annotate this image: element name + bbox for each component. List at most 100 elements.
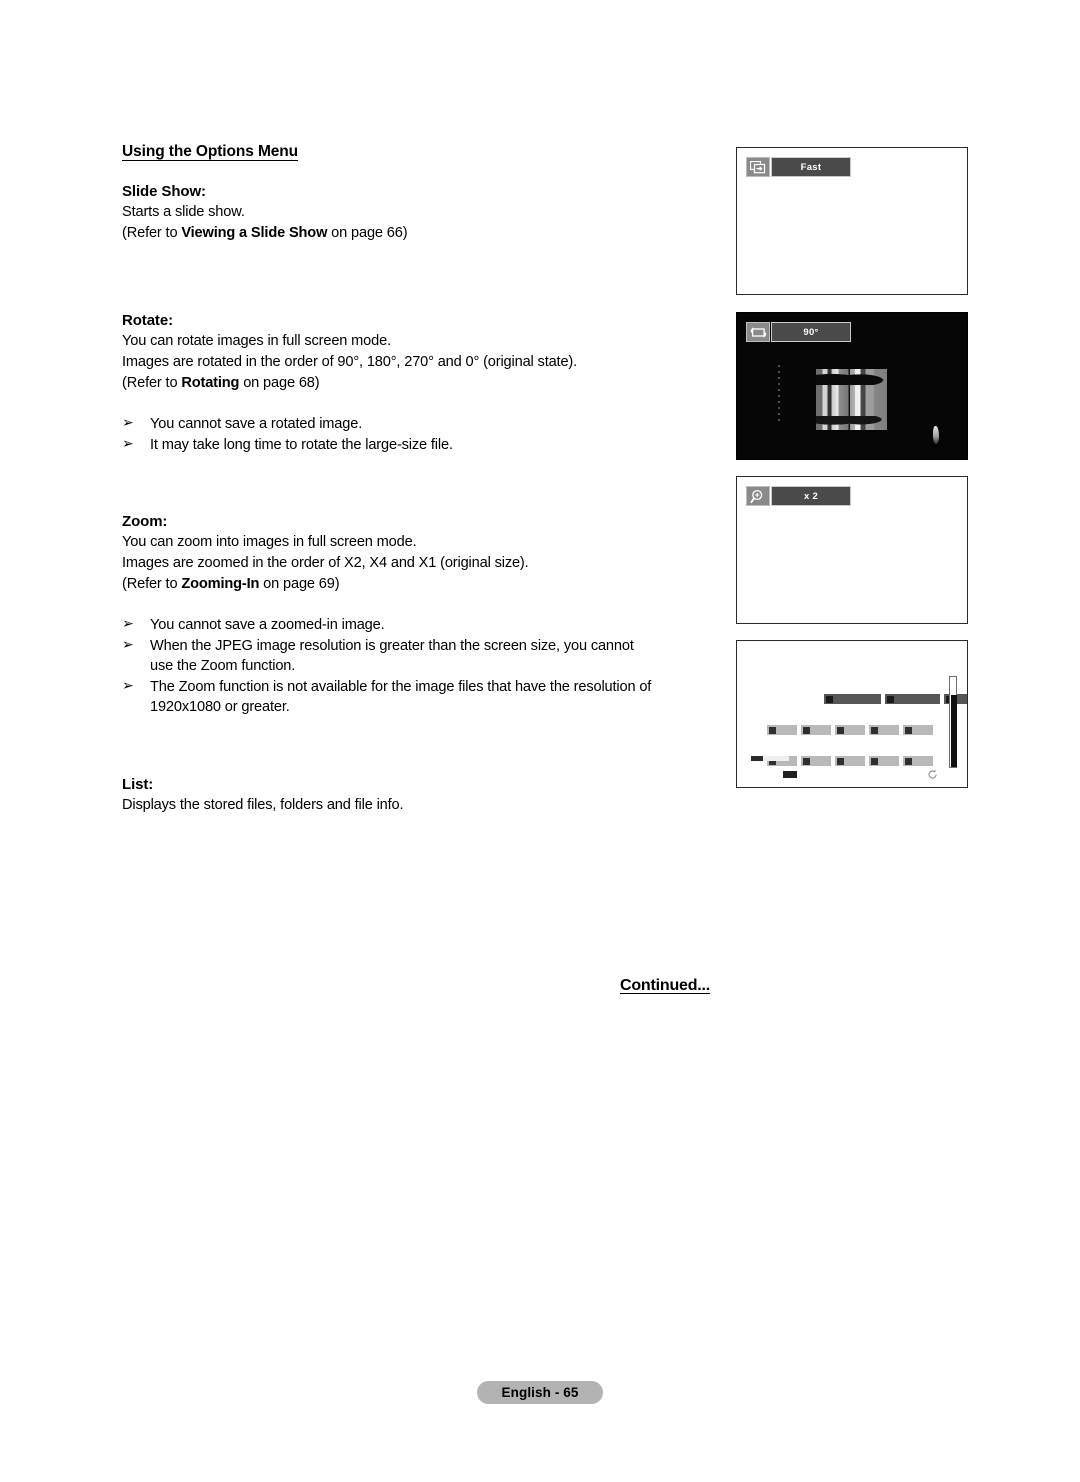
slide-show-icon xyxy=(746,157,770,177)
file-label xyxy=(812,729,830,732)
arrow-bullet-icon: ➢ xyxy=(122,435,134,452)
osd-label-slide-show: Fast xyxy=(771,157,851,177)
file-label xyxy=(846,760,864,763)
section-line: Images are zoomed in the order of X2, X4… xyxy=(122,555,529,571)
section-heading-list: List: xyxy=(122,775,154,793)
list-item[interactable] xyxy=(869,756,899,766)
status-button[interactable] xyxy=(783,771,797,778)
file-label xyxy=(914,729,932,732)
list-item: ➢ The Zoom function is not available for… xyxy=(122,677,722,718)
list-item: ➢ When the JPEG image resolution is grea… xyxy=(122,636,722,677)
section-line-refer: (Refer to Viewing a Slide Show on page 6… xyxy=(122,223,722,244)
refer-prefix: (Refer to xyxy=(122,576,182,592)
section-line: You can zoom into images in full screen … xyxy=(122,534,417,550)
file-icon xyxy=(836,757,844,765)
list-item-label: You cannot save a rotated image. xyxy=(150,416,363,432)
section-zoom: Zoom: You can zoom into images in full s… xyxy=(122,511,722,718)
note-list-rotate: ➢ You cannot save a rotated image. ➢ It … xyxy=(122,414,722,455)
file-label xyxy=(880,760,898,763)
arrow-bullet-icon: ➢ xyxy=(122,636,134,653)
arrow-bullet-icon: ➢ xyxy=(122,415,134,431)
photo-highlight xyxy=(933,426,939,444)
section-list: List: Displays the stored files, folders… xyxy=(122,774,722,816)
section-line: Displays the stored files, folders and f… xyxy=(122,796,404,813)
refer-suffix: on page 68) xyxy=(239,375,320,391)
progress-bar xyxy=(751,756,789,761)
page-title: Using the Options Menu xyxy=(122,143,299,160)
file-icon xyxy=(836,726,844,734)
arrow-bullet-icon: ➢ xyxy=(122,616,134,632)
scrollbar-thumb[interactable] xyxy=(951,695,957,767)
file-label xyxy=(846,729,864,732)
list-item[interactable] xyxy=(885,694,940,704)
file-label xyxy=(835,698,880,701)
refer-bold: Viewing a Slide Show xyxy=(181,225,328,241)
photo-artifact-dots xyxy=(778,365,780,425)
list-item[interactable] xyxy=(801,725,831,735)
list-item[interactable] xyxy=(835,756,865,766)
osd-label-zoom: x 2 xyxy=(771,486,851,506)
figure-slide-show-osd: Fast xyxy=(736,147,968,295)
arrow-bullet-icon: ➢ xyxy=(122,677,134,694)
refresh-icon[interactable] xyxy=(927,769,938,780)
refer-suffix: on page 69) xyxy=(259,576,340,592)
osd-label-rotate: 90° xyxy=(771,322,851,342)
refer-bold: Rotating xyxy=(181,375,240,391)
list-row xyxy=(824,694,967,704)
section-line: Starts a slide show. xyxy=(122,204,245,220)
continued-label: Continued... xyxy=(620,977,711,994)
list-item[interactable] xyxy=(835,725,865,735)
file-icon xyxy=(904,726,912,734)
list-item-label: It may take long time to rotate the larg… xyxy=(150,436,453,453)
list-item: ➢ You cannot save a rotated image. xyxy=(122,414,722,435)
scrollbar-track[interactable] xyxy=(949,676,957,768)
list-item-label: You cannot save a zoomed-in image. xyxy=(150,617,385,633)
section-rotate: Rotate: You can rotate images in full sc… xyxy=(122,310,722,455)
page-footer-badge: English - 65 xyxy=(477,1381,603,1404)
section-slide-show: Slide Show: Starts a slide show. (Refer … xyxy=(122,181,722,244)
list-row xyxy=(767,756,933,766)
list-item-continuation: use the Zoom function. xyxy=(150,658,296,674)
list-item[interactable] xyxy=(903,756,933,766)
list-item: ➢ It may take long time to rotate the la… xyxy=(122,435,722,456)
content-column: Using the Options Menu Slide Show: Start… xyxy=(122,143,722,816)
file-icon xyxy=(768,726,776,734)
osd-badge-slide-show: Fast xyxy=(746,157,851,177)
rotated-photo xyxy=(816,369,887,430)
progress-bar-fill xyxy=(751,756,763,761)
list-item-continuation: 1920x1080 or greater. xyxy=(150,699,290,715)
file-icon xyxy=(802,757,810,765)
section-heading-slide-show: Slide Show: xyxy=(122,183,206,200)
refer-prefix: (Refer to xyxy=(122,375,182,391)
list-item[interactable] xyxy=(767,725,797,735)
list-item[interactable] xyxy=(801,756,831,766)
page-footer-label: English - 65 xyxy=(501,1385,579,1400)
list-item[interactable] xyxy=(869,725,899,735)
osd-badge-zoom: x 2 xyxy=(746,486,851,506)
list-item[interactable] xyxy=(903,725,933,735)
file-label xyxy=(880,729,898,732)
refer-suffix: on page 66) xyxy=(327,225,408,241)
refer-bold: Zooming-In xyxy=(181,576,260,592)
figure-file-list xyxy=(736,640,968,788)
section-line: You can rotate images in full screen mod… xyxy=(122,333,391,349)
file-icon xyxy=(886,695,894,703)
section-line: Images are rotated in the order of 90°, … xyxy=(122,354,578,370)
section-line-refer: (Refer to Rotating on page 68) xyxy=(122,373,722,394)
file-label xyxy=(778,729,796,732)
file-label xyxy=(812,760,830,763)
magnifier-plus-icon xyxy=(746,486,770,506)
list-item[interactable] xyxy=(824,694,881,704)
section-heading-zoom: Zoom: xyxy=(122,513,168,530)
figure-zoom-osd: x 2 xyxy=(736,476,968,624)
file-icon xyxy=(825,695,833,703)
list-item-label: When the JPEG image resolution is greate… xyxy=(150,637,634,654)
file-icon xyxy=(870,726,878,734)
file-icon xyxy=(802,726,810,734)
section-heading-rotate: Rotate: xyxy=(122,312,173,329)
list-item: ➢ You cannot save a zoomed-in image. xyxy=(122,615,722,636)
